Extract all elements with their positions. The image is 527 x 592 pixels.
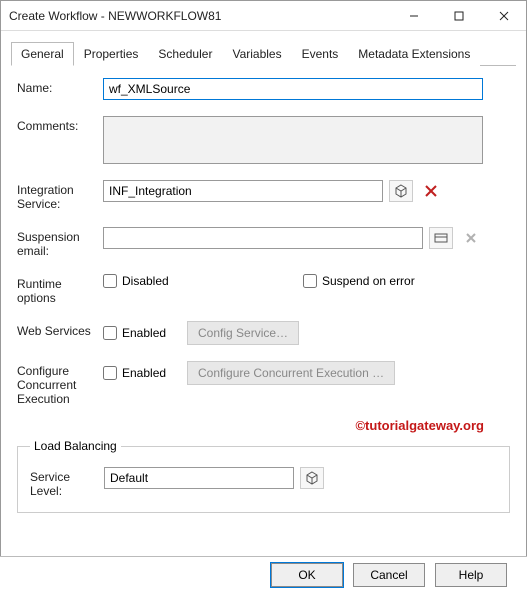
configure-concurrent-button[interactable]: Configure Concurrent Execution … [187,361,395,385]
cube-icon [394,184,408,198]
maximize-button[interactable] [436,1,481,30]
ws-enabled-checkbox[interactable]: Enabled [103,326,181,340]
disabled-checkbox[interactable]: Disabled [103,274,303,288]
tab-variables[interactable]: Variables [222,42,291,66]
config-service-button[interactable]: Config Service… [187,321,299,345]
ws-enabled-checkbox-label: Enabled [122,326,166,340]
load-balancing-group: Load Balancing Service Level: [17,439,510,513]
cc-enabled-checkbox-label: Enabled [122,366,166,380]
cancel-button[interactable]: Cancel [353,563,425,587]
comments-label: Comments: [17,116,103,133]
suspension-email-browse-button[interactable] [429,227,453,249]
tab-metadata-extensions[interactable]: Metadata Extensions [348,42,480,66]
dialog-footer: OK Cancel Help [0,556,527,592]
x-icon [465,232,477,244]
service-level-label: Service Level: [30,467,104,498]
integration-service-label: Integration Service: [17,180,103,211]
tab-general[interactable]: General [11,42,74,66]
window-title: Create Workflow - NEWWORKFLOW81 [1,9,391,23]
x-icon [424,184,438,198]
cc-enabled-checkbox-input[interactable] [103,366,117,380]
suspension-email-clear-button[interactable] [459,227,483,249]
card-icon [434,233,448,243]
suspend-on-error-checkbox[interactable]: Suspend on error [303,274,415,288]
service-level-input[interactable] [104,467,294,489]
suspend-on-error-checkbox-input[interactable] [303,274,317,288]
tab-scheduler[interactable]: Scheduler [148,42,222,66]
tab-events[interactable]: Events [292,42,349,66]
help-button[interactable]: Help [435,563,507,587]
comments-textarea[interactable] [103,116,483,164]
clear-service-button[interactable] [419,180,443,202]
cc-enabled-checkbox[interactable]: Enabled [103,366,181,380]
tab-properties[interactable]: Properties [74,42,149,66]
suspension-email-label: Suspension email: [17,227,103,258]
name-input[interactable] [103,78,483,100]
suspension-email-input[interactable] [103,227,423,249]
general-panel: Name: Comments: Integration Service: Sus… [1,66,526,513]
window-titlebar: Create Workflow - NEWWORKFLOW81 [1,1,526,31]
minimize-button[interactable] [391,1,436,30]
tab-strip: General Properties Scheduler Variables E… [11,41,516,66]
watermark-text: ©tutorialgateway.org [17,418,484,433]
configure-concurrent-label: Configure Concurrent Execution [17,361,103,406]
ws-enabled-checkbox-input[interactable] [103,326,117,340]
load-balancing-legend: Load Balancing [30,439,121,453]
name-label: Name: [17,78,103,95]
cube-icon [305,471,319,485]
suspend-on-error-checkbox-label: Suspend on error [322,274,415,288]
integration-service-input[interactable] [103,180,383,202]
disabled-checkbox-label: Disabled [122,274,169,288]
browse-service-button[interactable] [389,180,413,202]
close-button[interactable] [481,1,526,30]
ok-button[interactable]: OK [271,563,343,587]
service-level-browse-button[interactable] [300,467,324,489]
runtime-options-label: Runtime options [17,274,103,305]
disabled-checkbox-input[interactable] [103,274,117,288]
web-services-label: Web Services [17,321,103,338]
